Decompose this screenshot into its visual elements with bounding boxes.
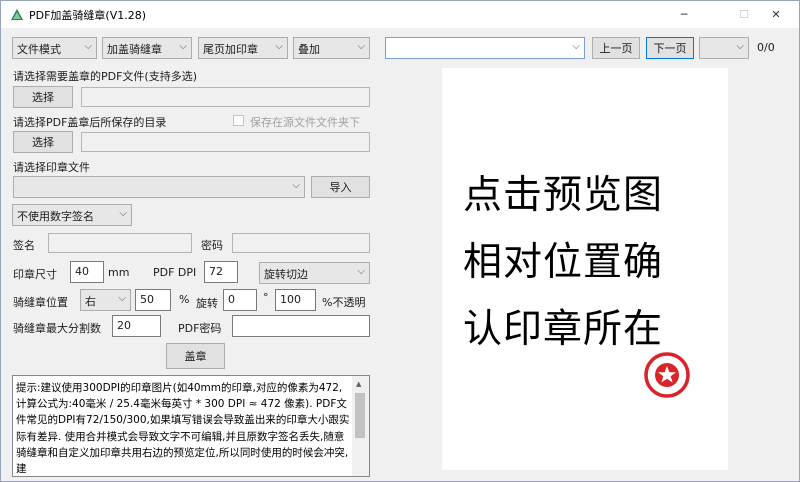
pdf-dpi-input[interactable]: 72 [204,261,238,283]
signature-mode-select[interactable]: 不使用数字签名 ⌵ [12,204,132,226]
app-logo-icon [11,9,23,20]
pdf-password-label: PDF密码 [178,322,222,335]
preview-hint: 点击预览图 相对位置确 认印章所在 [463,162,713,363]
rotate-mode-select[interactable]: 旋转切边 ⌵ [259,262,370,284]
stamp-size-input[interactable]: 40 [70,261,104,283]
mode-select[interactable]: 文件模式 ⌵ [12,37,97,59]
save-in-source-label: 保存在源文件文件夹下 [250,116,360,129]
import-button[interactable]: 导入 [311,176,370,198]
select-output-button[interactable]: 选择 [13,131,73,153]
title-bar: PDF加盖骑缝章(V1.28) ─ ☐ ✕ [1,1,799,28]
seam-percent-label: % [179,293,190,306]
opacity-input[interactable]: 100 [275,289,316,311]
save-in-source-checkbox[interactable] [233,115,244,126]
file-select[interactable]: ⌵ [385,37,585,59]
stamp-type-select[interactable]: 加盖骑缝章 ⌵ [102,37,192,59]
page-count: 0/0 [757,41,775,54]
stamp-file-label: 请选择印章文件 [13,161,90,174]
stamp-size-unit: mm [108,266,130,279]
chevron-down-icon: ⌵ [736,41,744,52]
password-label: 密码 [201,239,223,252]
stamp-type-value: 加盖骑缝章 [107,43,162,56]
pdf-files-label: 请选择需要盖章的PDF文件(支持多选) [13,70,198,83]
minimize-icon[interactable]: ─ [661,1,707,28]
pdf-files-field[interactable] [81,87,370,107]
next-page-button[interactable]: 下一页 [646,37,694,59]
chevron-down-icon: ⌵ [179,41,187,52]
overlay-value: 叠加 [298,43,320,56]
chevron-down-icon: ⌵ [84,41,92,52]
seam-position-input[interactable]: 50 [135,289,171,311]
password-field[interactable] [232,233,370,253]
stamp-file-select[interactable]: ⌵ [13,176,305,198]
chevron-down-icon: ⌵ [572,41,580,52]
chevron-down-icon: ⌵ [357,266,365,277]
seam-position-label: 骑缝章位置 [13,296,68,309]
select-pdf-button[interactable]: 选择 [13,86,73,108]
pdf-password-input[interactable] [232,315,370,337]
window-title: PDF加盖骑缝章(V1.28) [29,9,147,22]
sign-label: 签名 [13,239,35,252]
chevron-down-icon: ⌵ [292,180,300,191]
mode-select-value: 文件模式 [17,43,61,56]
output-dir-field[interactable] [81,132,370,152]
output-dir-label: 请选择PDF盖章后所保存的目录 [13,116,167,129]
prev-page-button[interactable]: 上一页 [592,37,640,59]
scroll-thumb[interactable] [355,393,365,438]
page-select[interactable]: ⌵ [699,37,749,59]
tips-text: 提示:建议使用300DPI的印章图片(如40mm的印章,对应的像素为472,计算… [16,382,350,476]
stamp-seal-icon[interactable] [643,351,691,399]
tips-textarea[interactable]: 提示:建议使用300DPI的印章图片(如40mm的印章,对应的像素为472,计算… [12,375,370,477]
pdf-dpi-label: PDF DPI [153,266,197,279]
close-icon[interactable]: ✕ [753,1,799,28]
preview-line-2: 相对位置确 [463,240,664,285]
preview-line-1: 点击预览图 [463,173,664,218]
last-page-value: 尾页加印章 [203,43,258,56]
max-split-input[interactable]: 20 [112,315,161,337]
max-split-label: 骑缝章最大分割数 [13,322,101,335]
rotate-label: 旋转 [196,297,218,310]
signature-mode-value: 不使用数字签名 [17,210,94,223]
main-window: PDF加盖骑缝章(V1.28) ─ ☐ ✕ 文件模式 ⌵ 加盖骑缝章 ⌵ 尾页加… [0,0,800,482]
seam-side-select[interactable]: 右 ⌵ [80,289,131,311]
degree-label: ° [263,291,269,304]
last-page-select[interactable]: 尾页加印章 ⌵ [198,37,288,59]
apply-stamp-button[interactable]: 盖章 [166,343,225,369]
seam-side-value: 右 [85,295,96,308]
rotate-input[interactable]: 0 [223,289,257,311]
chevron-down-icon: ⌵ [357,41,365,52]
chevron-down-icon: ⌵ [119,208,127,219]
opacity-label: %不透明 [322,296,366,309]
chevron-down-icon: ⌵ [275,41,283,52]
sign-field[interactable] [48,233,192,253]
chevron-down-icon: ⌵ [118,293,126,304]
scroll-up-icon[interactable]: ▲ [356,380,361,388]
overlay-select[interactable]: 叠加 ⌵ [293,37,370,59]
stamp-size-label: 印章尺寸 [13,268,57,281]
tips-scrollbar[interactable]: ▲ [352,376,369,476]
preview-panel[interactable]: 点击预览图 相对位置确 认印章所在 [442,68,728,470]
rotate-mode-value: 旋转切边 [264,268,308,281]
